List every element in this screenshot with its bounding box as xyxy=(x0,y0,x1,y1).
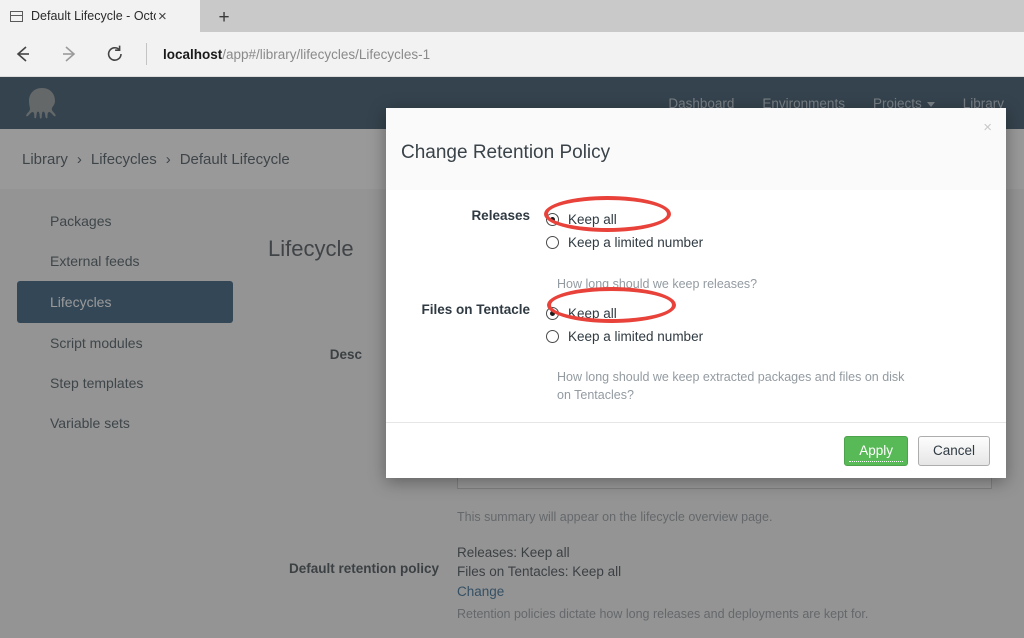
forward-arrow-icon[interactable] xyxy=(46,32,92,76)
files-on-tentacle-hint: How long should we keep extracted packag… xyxy=(557,368,917,404)
radio-button-icon[interactable] xyxy=(546,236,559,249)
close-icon[interactable]: × xyxy=(158,9,167,24)
releases-label: Releases xyxy=(386,208,546,254)
files-on-tentacle-label: Files on Tentacle xyxy=(386,302,546,348)
dialog-title: Change Retention Policy xyxy=(401,142,610,164)
window-icon xyxy=(10,11,23,22)
annotation-ellipse-releases-keep-all xyxy=(544,196,671,232)
tab-title: Default Lifecycle - Octop xyxy=(31,9,156,23)
apply-button[interactable]: Apply xyxy=(844,436,908,466)
radio-button-icon[interactable] xyxy=(546,330,559,343)
cancel-button[interactable]: Cancel xyxy=(918,436,990,466)
url-path: /app#/library/lifecycles/Lifecycles-1 xyxy=(222,47,430,62)
browser-window: Default Lifecycle - Octop × + localhost/… xyxy=(0,0,1024,638)
url-bar[interactable]: localhost/app#/library/lifecycles/Lifecy… xyxy=(151,32,1024,76)
dialog-footer: Apply Cancel xyxy=(386,422,1006,478)
back-arrow-icon[interactable] xyxy=(0,32,46,76)
radio-tentacle-keep-limited[interactable]: Keep a limited number xyxy=(546,325,703,348)
radio-label: Keep a limited number xyxy=(568,329,703,344)
radio-label: Keep a limited number xyxy=(568,235,703,250)
close-icon[interactable]: × xyxy=(983,120,992,135)
reload-icon[interactable] xyxy=(92,32,138,76)
annotation-ellipse-tentacle-keep-all xyxy=(547,287,676,323)
new-tab-button[interactable]: + xyxy=(205,4,243,32)
dialog-body: Releases Keep all Keep a limited number … xyxy=(386,190,1006,422)
browser-toolbar: localhost/app#/library/lifecycles/Lifecy… xyxy=(0,32,1024,77)
dialog-header: Change Retention Policy × xyxy=(386,108,1006,191)
browser-tab[interactable]: Default Lifecycle - Octop × xyxy=(0,0,200,32)
change-retention-policy-dialog: Change Retention Policy × Releases Keep … xyxy=(386,108,1006,478)
tab-strip: Default Lifecycle - Octop × + xyxy=(0,0,1024,32)
radio-releases-keep-limited[interactable]: Keep a limited number xyxy=(546,231,703,254)
toolbar-divider xyxy=(146,43,147,65)
url-host: localhost xyxy=(163,47,222,62)
